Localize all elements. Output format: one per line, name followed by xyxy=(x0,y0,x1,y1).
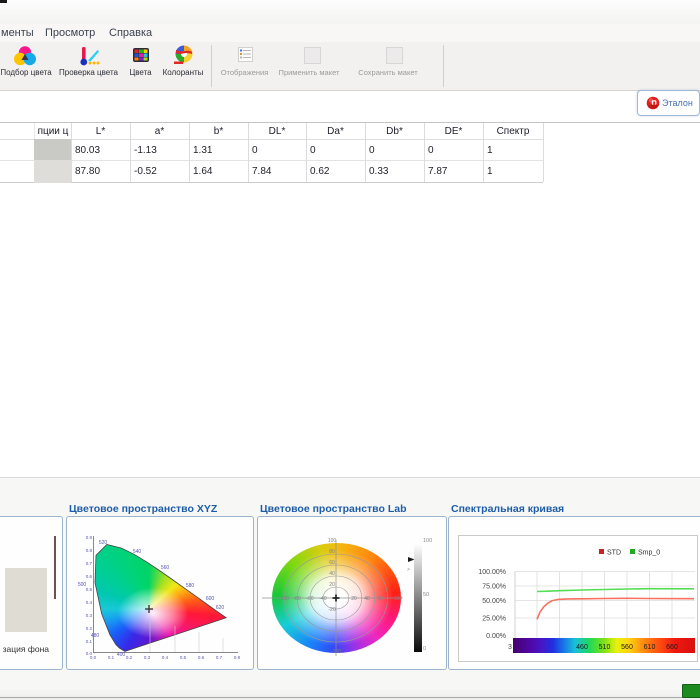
svg-text:610: 610 xyxy=(644,644,656,651)
svg-text:580: 580 xyxy=(186,583,195,589)
svg-text:0.6: 0.6 xyxy=(86,574,93,579)
svg-text:520: 520 xyxy=(99,540,108,546)
svg-text:0.7: 0.7 xyxy=(86,561,93,566)
svg-text:540: 540 xyxy=(133,549,142,555)
svg-text:480: 480 xyxy=(91,633,100,639)
svg-text:660: 660 xyxy=(666,644,678,651)
svg-text:0.9: 0.9 xyxy=(86,535,93,540)
svg-text:560: 560 xyxy=(161,565,170,571)
svg-text:0.2: 0.2 xyxy=(126,655,133,660)
svg-text:20: 20 xyxy=(351,596,357,602)
svg-text:560: 560 xyxy=(621,644,633,651)
svg-text:0.2: 0.2 xyxy=(86,626,93,631)
svg-text:510: 510 xyxy=(599,644,611,651)
svg-text:20: 20 xyxy=(329,582,335,588)
svg-text:0.4: 0.4 xyxy=(162,655,169,660)
svg-text:60: 60 xyxy=(329,560,335,566)
svg-text:620: 620 xyxy=(216,605,225,611)
svg-text:-100: -100 xyxy=(331,649,341,655)
svg-text:0.7: 0.7 xyxy=(216,655,223,660)
svg-text:0.4: 0.4 xyxy=(86,600,93,605)
svg-text:40: 40 xyxy=(329,571,335,577)
svg-text:40: 40 xyxy=(364,596,370,602)
svg-text:0.1: 0.1 xyxy=(108,655,115,660)
svg-text:0.3: 0.3 xyxy=(144,655,151,660)
svg-text:460: 460 xyxy=(576,644,588,651)
svg-text:400: 400 xyxy=(117,652,126,658)
svg-text:-100: -100 xyxy=(279,596,289,602)
svg-text:100: 100 xyxy=(394,596,403,602)
svg-text:-20: -20 xyxy=(328,607,335,613)
svg-text:60: 60 xyxy=(377,596,383,602)
svg-text:-40: -40 xyxy=(319,596,326,602)
svg-text:80: 80 xyxy=(329,549,335,555)
svg-text:0.8: 0.8 xyxy=(234,655,241,660)
svg-text:>: > xyxy=(407,567,410,573)
svg-text:-60: -60 xyxy=(306,596,313,602)
svg-text:0.5: 0.5 xyxy=(86,587,93,592)
svg-text:0.1: 0.1 xyxy=(86,639,93,644)
svg-text:-80: -80 xyxy=(293,596,300,602)
svg-text:100: 100 xyxy=(328,538,337,544)
svg-text:0.3: 0.3 xyxy=(86,613,93,618)
svg-text:0.6: 0.6 xyxy=(198,655,205,660)
svg-text:0.0: 0.0 xyxy=(90,655,97,660)
svg-text:600: 600 xyxy=(206,596,215,602)
svg-text:0.5: 0.5 xyxy=(180,655,187,660)
svg-text:0.8: 0.8 xyxy=(86,548,93,553)
